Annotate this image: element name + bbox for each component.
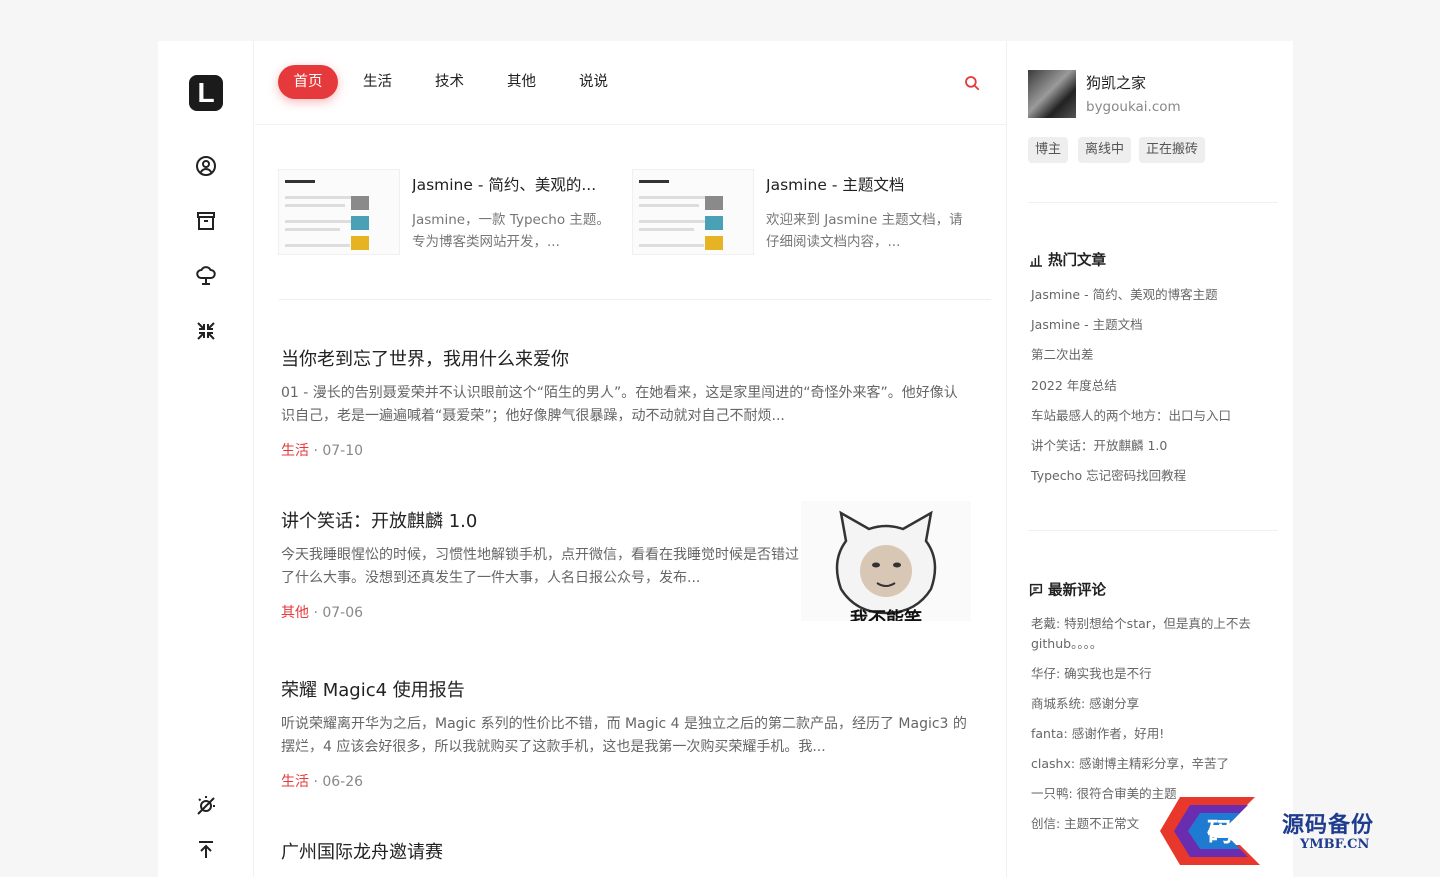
watermark-sub: YMBF.CN [1300, 837, 1370, 852]
meme-face-icon: 我不能笑 [835, 510, 937, 621]
divider [1028, 202, 1278, 203]
post-item[interactable]: 荣耀 Magic4 使用报告 听说荣耀离开华为之后，Magic 系列的性价比不错… [281, 678, 971, 791]
featured-title[interactable]: Jasmine - 简约、美观的... [412, 173, 612, 195]
post-item[interactable]: 广州国际龙舟邀请赛 [281, 840, 971, 866]
cloud-tree-icon[interactable] [194, 264, 218, 288]
post-title[interactable]: 广州国际龙舟邀请赛 [281, 840, 971, 866]
featured-card[interactable]: Jasmine - 简约、美观的... Jasmine，一款 Typecho 主… [278, 169, 614, 259]
nav-item-tech[interactable]: 技术 [435, 65, 464, 99]
post-meta: 其他 · 07-06 [281, 602, 801, 622]
page-frame: L 首页 生活 技术 其他 说说 Jasmine - 简约、美观的... Jas… [158, 41, 1293, 877]
featured-title[interactable]: Jasmine - 主题文档 [766, 173, 966, 195]
bar-chart-icon [1030, 255, 1042, 267]
divider [279, 299, 991, 300]
site-logo[interactable]: L [189, 75, 223, 111]
comment-item[interactable]: 商城系统: 感谢分享 [1031, 694, 1271, 714]
post-date: 07-10 [322, 443, 364, 459]
post-title[interactable]: 荣耀 Magic4 使用报告 [281, 678, 971, 704]
author-name: 狗凯之家 [1086, 74, 1147, 92]
comment-item[interactable]: clashx: 感谢博主精彩分享，辛苦了 [1031, 754, 1271, 774]
comment-icon [1029, 583, 1043, 597]
right-sidebar: 狗凯之家 bygoukai.com 博主 离线中 正在搬砖 热门文章 Jasmi… [1008, 41, 1293, 877]
hot-post-link[interactable]: Jasmine - 主题文档 [1031, 317, 1271, 347]
nav-item-life[interactable]: 生活 [363, 65, 392, 99]
search-icon[interactable] [963, 74, 981, 92]
author-avatar[interactable] [1028, 70, 1076, 118]
meta-separator: · [309, 774, 323, 790]
hot-post-link[interactable]: 2022 年度总结 [1031, 378, 1271, 408]
featured-thumbnail [632, 169, 754, 255]
main-content: 首页 生活 技术 其他 说说 Jasmine - 简约、美观的... Jasmi… [255, 41, 1007, 877]
post-category[interactable]: 其他 [281, 605, 309, 621]
hot-post-link[interactable]: 第二次出差 [1031, 347, 1271, 377]
archive-icon[interactable] [194, 209, 218, 233]
hot-post-link[interactable]: 讲个笑话：开放麒麟 1.0 [1031, 438, 1271, 468]
post-cover-image[interactable]: 我不能笑 [801, 501, 971, 621]
author-tag: 正在搬砖 [1139, 137, 1206, 163]
post-excerpt: 01 - 漫长的告别聂爱荣并不认识眼前这个“陌生的男人”。在她看来，这是家里闯进… [281, 385, 958, 424]
post-category[interactable]: 生活 [281, 443, 309, 459]
top-nav: 首页 生活 技术 其他 说说 [255, 41, 1006, 125]
svg-text:码: 码 [1207, 818, 1233, 848]
post-title[interactable]: 讲个笑话：开放麒麟 1.0 [281, 509, 801, 535]
meta-separator: · [309, 443, 323, 459]
post-excerpt: 今天我睡眼惺忪的时候，习惯性地解锁手机，点开微信，看看在我睡觉时候是否错过了什么… [281, 547, 799, 586]
featured-desc: 欢迎来到 Jasmine 主题文档，请仔细阅读文档内容，... [766, 212, 963, 250]
watermark: 码 源码备份 YMBF.CN [1160, 797, 1430, 867]
hot-post-link[interactable]: Typecho 忘记密码找回教程 [1031, 468, 1271, 498]
author-site[interactable]: bygoukai.com [1086, 99, 1181, 115]
meta-separator: · [309, 605, 323, 621]
post-excerpt: 听说荣耀离开华为之后，Magic 系列的性价比不错，而 Magic 4 是独立之… [281, 716, 967, 755]
divider [1028, 530, 1278, 531]
comment-item[interactable]: fanta: 感谢作者，好用! [1031, 724, 1271, 744]
featured-desc: Jasmine，一款 Typecho 主题。专为博客类网站开发，... [412, 212, 610, 250]
hot-posts-list: Jasmine - 简约、美观的博客主题 Jasmine - 主题文档 第二次出… [1031, 287, 1271, 498]
post-date: 07-06 [322, 605, 364, 621]
post-item[interactable]: 当你老到忘了世界，我用什么来爱你 01 - 漫长的告别聂爱荣并不认识眼前这个“陌… [281, 347, 971, 460]
hot-posts-heading: 热门文章 [1028, 249, 1106, 270]
theme-toggle-icon[interactable] [194, 793, 218, 817]
comment-item[interactable]: 老戴: 特别想给个star，但是真的上不去github。。。。 [1031, 614, 1271, 654]
post-category[interactable]: 生活 [281, 774, 309, 790]
post-title[interactable]: 当你老到忘了世界，我用什么来爱你 [281, 347, 971, 373]
comments-heading: 最新评论 [1028, 579, 1106, 600]
compress-icon[interactable] [194, 319, 218, 343]
post-meta: 生活 · 06-26 [281, 771, 971, 791]
watermark-text: 源码备份 [1282, 812, 1375, 838]
nav-item-home[interactable]: 首页 [278, 65, 338, 99]
hot-post-link[interactable]: 车站最感人的两个地方：出口与入口 [1031, 408, 1271, 438]
watermark-logo-icon: 码 [1160, 797, 1260, 865]
featured-card[interactable]: Jasmine - 主题文档 欢迎来到 Jasmine 主题文档，请仔细阅读文档… [632, 169, 968, 259]
author-tag: 博主 [1028, 137, 1069, 163]
post-date: 06-26 [322, 774, 364, 790]
featured-thumbnail [278, 169, 400, 255]
user-icon[interactable] [194, 154, 218, 178]
svg-text:我不能笑: 我不能笑 [850, 608, 922, 621]
post-meta: 生活 · 07-10 [281, 440, 971, 460]
hot-post-link[interactable]: Jasmine - 简约、美观的博客主题 [1031, 287, 1271, 317]
author-tag: 离线中 [1078, 137, 1132, 163]
comment-item[interactable]: 华仔: 确实我也是不行 [1031, 664, 1271, 684]
back-to-top-icon[interactable] [194, 838, 218, 862]
nav-item-other[interactable]: 其他 [507, 65, 536, 99]
icon-rail: L [158, 41, 254, 877]
post-item[interactable]: 讲个笑话：开放麒麟 1.0 今天我睡眼惺忪的时候，习惯性地解锁手机，点开微信，看… [281, 501, 971, 622]
nav-item-talk[interactable]: 说说 [579, 65, 608, 99]
